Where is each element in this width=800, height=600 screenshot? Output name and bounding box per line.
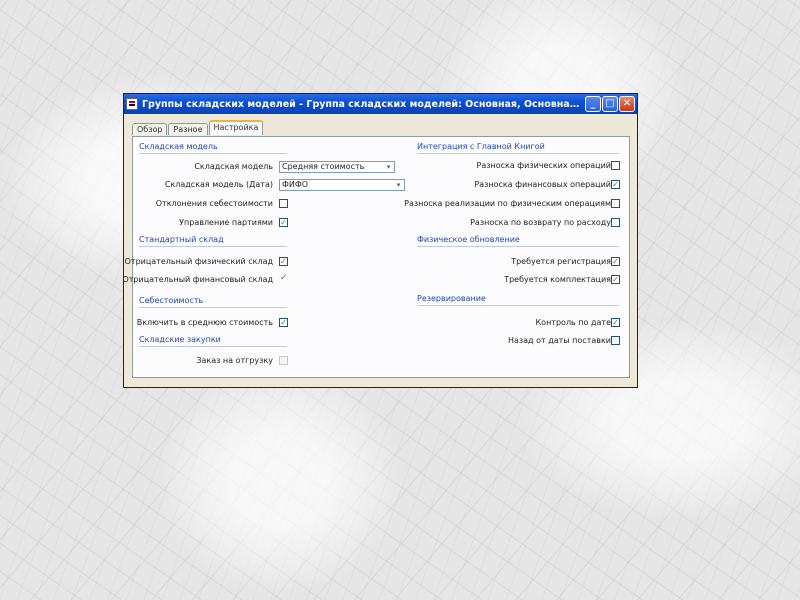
minimize-button[interactable]: _ xyxy=(585,96,601,112)
section-heading: Складская модель xyxy=(139,142,218,151)
backward-label: Назад от даты поставки xyxy=(507,336,611,345)
section-heading: Физическое обновление xyxy=(417,235,520,244)
post-realization-label: Разноска реализации по физическим операц… xyxy=(404,199,611,208)
tab-setup[interactable]: Настройка xyxy=(208,120,264,135)
section-heading: Себестоимость xyxy=(139,296,204,305)
section-divider xyxy=(139,346,287,347)
setup-panel: Складская модель Складская модель Средня… xyxy=(122,136,630,378)
registration-checkbox[interactable]: ✓ xyxy=(611,257,620,266)
shipment-order-label: Заказ на отгрузку xyxy=(196,356,273,365)
batch-mgmt-checkbox[interactable]: ✓ xyxy=(279,218,288,227)
cost-deviation-checkbox[interactable] xyxy=(279,199,288,208)
section-divider xyxy=(417,246,619,247)
negative-fin-label: Отрицательный финансовый склад xyxy=(122,275,273,284)
post-phys-checkbox[interactable] xyxy=(611,161,620,170)
section-ledger: Складские закупки xyxy=(139,335,287,347)
section-physical-update: Физическое обновление xyxy=(417,235,619,247)
section-ledger-integration: Интеграция с Главной Книгой xyxy=(417,142,619,154)
section-heading: Резервирование xyxy=(417,294,486,303)
section-divider xyxy=(139,246,287,247)
post-realization-checkbox[interactable] xyxy=(611,199,620,208)
chevron-down-icon[interactable]: ▾ xyxy=(383,162,394,172)
tab-misc[interactable]: Разное xyxy=(168,123,208,135)
negative-phys-label: Отрицательный физический склад xyxy=(124,257,273,266)
model-select[interactable]: Средняя стоимость ▾ xyxy=(279,161,395,173)
tab-strip: Обзор Разное Настройка xyxy=(132,120,264,135)
batch-mgmt-label: Управление партиями xyxy=(179,218,273,227)
close-button[interactable]: ✕ xyxy=(619,96,635,112)
tab-overview[interactable]: Обзор xyxy=(132,123,168,135)
section-divider xyxy=(139,153,287,154)
window-title: Группы складских моделей - Группа складс… xyxy=(142,98,584,110)
app-icon xyxy=(126,98,138,110)
section-heading: Складские закупки xyxy=(139,335,221,344)
post-fin-checkbox[interactable]: ✓ xyxy=(611,180,620,189)
model-label: Складская модель xyxy=(194,162,273,171)
negative-phys-checkbox[interactable]: ✓ xyxy=(279,257,288,266)
section-cost: Себестоимость xyxy=(139,296,287,308)
registration-label: Требуется регистрация xyxy=(511,257,611,266)
post-phys-label: Разноска физических операций xyxy=(476,161,612,170)
date-control-checkbox[interactable]: ✓ xyxy=(611,318,620,327)
model-date-label: Складская модель (Дата) xyxy=(164,180,273,189)
section-divider xyxy=(417,305,619,306)
model-value: Средняя стоимость xyxy=(282,162,365,171)
maximize-button[interactable]: □ xyxy=(602,96,618,112)
picking-label: Требуется комплектация xyxy=(504,275,611,284)
section-warehouse-model: Складская модель xyxy=(139,142,287,154)
post-return-label: Разноска по возврату по расходу xyxy=(470,218,611,227)
cost-deviation-label: Отклонения себестоимости xyxy=(155,199,273,208)
picking-checkbox[interactable]: ✓ xyxy=(611,275,620,284)
section-heading: Интеграция с Главной Книгой xyxy=(417,142,545,151)
negative-fin-checkmark[interactable]: ✓ xyxy=(280,273,288,283)
post-fin-label: Разноска финансовых операций xyxy=(474,180,611,189)
section-reservation: Резервирование xyxy=(417,294,619,306)
shipment-order-checkbox[interactable] xyxy=(279,356,288,365)
include-avg-label: Включить в среднюю стоимость xyxy=(136,318,273,327)
date-control-label: Контроль по дате xyxy=(535,318,612,327)
title-bar[interactable]: Группы складских моделей - Группа складс… xyxy=(124,94,637,114)
post-return-checkbox[interactable] xyxy=(611,218,620,227)
backward-checkbox[interactable] xyxy=(611,336,620,345)
section-divider xyxy=(139,307,287,308)
model-date-value: ФИФО xyxy=(282,180,309,189)
dialog-window: Группы складских моделей - Группа складс… xyxy=(122,93,638,388)
section-divider xyxy=(417,153,619,154)
section-physical-stock: Стандартный склад xyxy=(139,235,287,247)
chevron-down-icon[interactable]: ▾ xyxy=(393,180,404,190)
model-date-select[interactable]: ФИФО ▾ xyxy=(279,179,405,191)
include-avg-checkbox[interactable]: ✓ xyxy=(279,318,288,327)
section-heading: Стандартный склад xyxy=(139,235,224,244)
